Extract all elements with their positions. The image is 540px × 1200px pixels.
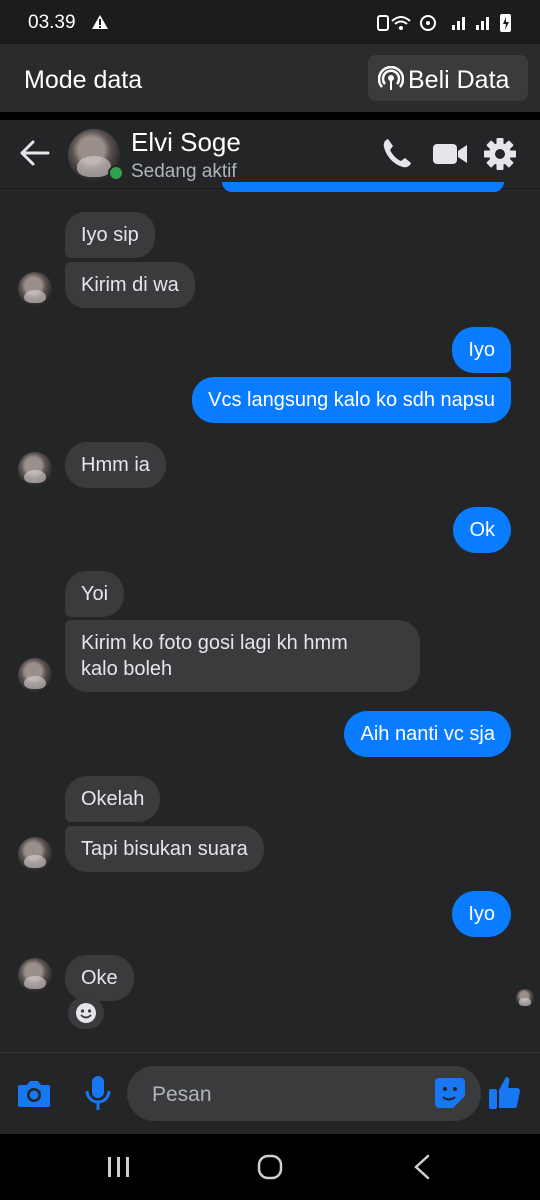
contact-avatar-small[interactable] [18,452,52,486]
reaction-button[interactable] [68,997,104,1029]
home-icon[interactable] [256,1153,284,1181]
message-incoming[interactable]: Okelah [65,776,161,822]
phone-icon[interactable] [380,136,416,172]
message-incoming[interactable]: Iyo sip [65,212,155,258]
online-indicator [108,165,124,181]
smiley-icon [76,1003,96,1023]
back-arrow-icon[interactable] [18,138,50,168]
video-call-icon[interactable] [431,140,469,168]
message-line: kalo boleh [81,658,173,680]
camera-icon[interactable] [16,1077,52,1109]
message-input[interactable] [150,1078,414,1112]
seen-receipt-avatar [516,989,534,1007]
broadcast-icon [378,66,404,90]
gear-icon[interactable] [483,137,517,171]
contact-avatar-small[interactable] [18,958,52,992]
microphone-icon[interactable] [84,1074,112,1112]
message-incoming[interactable]: Kirim di wa [65,262,195,308]
message-incoming[interactable]: Oke [65,955,134,1001]
contact-status: Sedang aktif [131,161,237,182]
message-outgoing[interactable]: Vcs langsung kalo ko sdh napsu [192,377,511,423]
message-incoming[interactable]: Yoi [65,571,125,617]
message-line: Kirim ko foto gosi lagi kh hmm [81,632,348,654]
back-nav-icon[interactable] [410,1154,434,1180]
contact-avatar-small[interactable] [18,837,52,871]
previous-message-fragment [222,182,504,192]
banner-title: Mode data [24,66,143,94]
message-incoming[interactable]: Hmm ia [65,442,166,488]
banner-divider [0,112,540,120]
thumbs-up-icon[interactable] [487,1073,523,1111]
message-outgoing[interactable]: Aih nanti vc sja [344,711,511,757]
sticker-icon[interactable] [433,1076,467,1110]
contact-avatar-small[interactable] [18,272,52,306]
message-outgoing[interactable]: Iyo [452,327,511,373]
system-status-icons [377,14,511,32]
recent-apps-icon[interactable] [106,1155,132,1179]
beli-data-label: Beli Data [408,66,510,94]
message-incoming[interactable]: Tapi bisukan suara [65,826,264,872]
contact-avatar-small[interactable] [18,658,52,692]
message-incoming-multiline[interactable]: Kirim ko foto gosi lagi kh hmm kalo bole… [65,620,420,692]
status-time: 03.39 [28,12,76,33]
alert-icon [92,15,108,29]
message-outgoing[interactable]: Ok [453,507,511,553]
contact-name[interactable]: Elvi Soge [131,127,241,158]
message-outgoing[interactable]: Iyo [452,891,511,937]
